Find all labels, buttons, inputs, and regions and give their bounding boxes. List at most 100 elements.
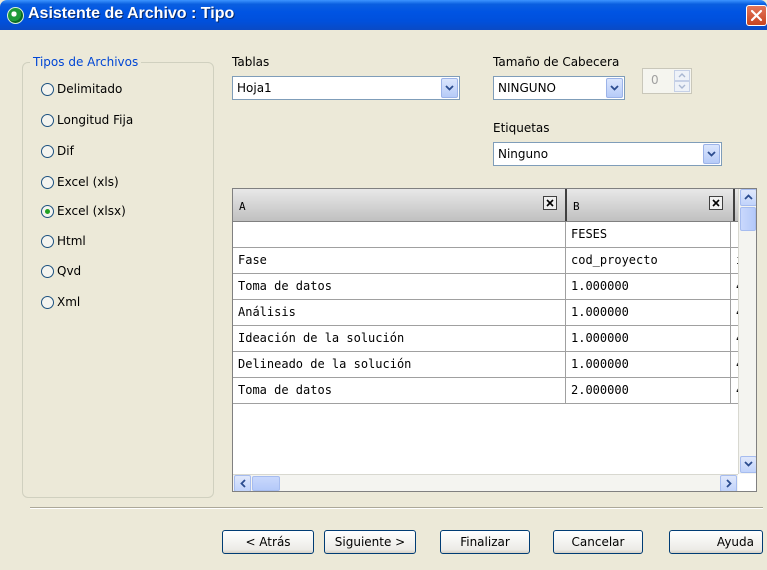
radio-xml[interactable]: Xml <box>41 293 80 311</box>
tables-combo-value: Hoja1 <box>237 81 272 95</box>
labels-combo-value: Ninguno <box>498 147 549 161</box>
spin-up-button[interactable] <box>674 70 690 81</box>
finish-button[interactable]: Finalizar <box>440 530 530 554</box>
radio-label: Html <box>57 234 86 248</box>
radio-circle[interactable] <box>41 295 54 309</box>
file-types-legend: Tipos de Archivos <box>30 55 142 69</box>
grid-header: A B <box>233 189 738 222</box>
table-cell[interactable]: 1.000000 <box>566 326 731 352</box>
header-size-combo[interactable]: NINGUNO <box>493 76 625 100</box>
radio-circle[interactable] <box>41 82 54 96</box>
table-cell[interactable]: 4 <box>731 274 738 300</box>
radio-selected-dot <box>45 208 50 214</box>
table-cell[interactable]: 4 <box>731 326 738 352</box>
table-cell[interactable]: 1.000000 <box>566 352 731 378</box>
table-cell[interactable]: cod_proyecto <box>566 248 731 274</box>
radio-excel-xls[interactable]: Excel (xls) <box>41 173 119 191</box>
back-button[interactable]: < Atrás <box>222 530 314 554</box>
tables-label: Tablas <box>232 55 270 69</box>
radio-circle[interactable] <box>41 264 54 278</box>
table-cell[interactable]: 1.000000 <box>566 300 731 326</box>
radio-qvd[interactable]: Qvd <box>41 262 81 280</box>
table-cell[interactable] <box>731 222 738 248</box>
scroll-down-button[interactable] <box>740 456 756 473</box>
chevron-down-icon <box>678 84 686 89</box>
column-header-label: B <box>573 200 580 213</box>
close-button[interactable] <box>746 5 767 26</box>
radio-circle[interactable] <box>41 175 54 189</box>
horizontal-scroll-thumb[interactable] <box>252 476 280 491</box>
table-cell[interactable] <box>233 222 566 248</box>
table-cell[interactable]: i <box>731 248 738 274</box>
wizard-window: Asistente de Archivo : Tipo Tipos de Arc… <box>0 0 767 570</box>
column-header-b[interactable]: B <box>567 189 735 221</box>
chevron-up-icon <box>744 194 753 200</box>
table-cell[interactable]: Toma de datos <box>233 274 566 300</box>
radio-circle-selected[interactable] <box>41 204 54 218</box>
table-cell[interactable]: Análisis <box>233 300 566 326</box>
chevron-right-icon <box>726 479 732 488</box>
close-icon <box>750 9 763 22</box>
header-size-combo-arrow[interactable] <box>606 78 623 98</box>
header-size-label: Tamaño de Cabecera <box>493 55 620 69</box>
table-cell[interactable]: FESES <box>566 222 731 248</box>
scroll-left-button[interactable] <box>234 475 251 491</box>
footer-separator <box>30 507 763 509</box>
radio-html[interactable]: Html <box>41 232 86 250</box>
radio-label: Excel (xls) <box>57 175 119 189</box>
next-button[interactable]: Siguiente > <box>324 530 416 554</box>
table-cell[interactable]: 4 <box>731 378 738 404</box>
cancel-button[interactable]: Cancelar <box>553 530 643 554</box>
chevron-up-icon <box>678 73 686 78</box>
table-cell[interactable]: 1.000000 <box>566 274 731 300</box>
remove-column-button[interactable] <box>709 196 723 210</box>
scroll-right-button[interactable] <box>720 475 737 491</box>
chevron-down-icon <box>744 461 753 467</box>
radio-excel-xlsx[interactable]: Excel (xlsx) <box>41 202 126 220</box>
table-cell[interactable]: Fase <box>233 248 566 274</box>
radio-label: Longitud Fija <box>57 113 134 127</box>
vertical-scrollbar[interactable] <box>738 189 756 474</box>
header-size-spinner[interactable]: 0 <box>642 68 692 94</box>
radio-label: Dif <box>57 144 74 158</box>
horizontal-scrollbar[interactable] <box>233 474 738 491</box>
vertical-scroll-thumb[interactable] <box>740 207 756 231</box>
radio-dif[interactable]: Dif <box>41 142 74 160</box>
table-cell[interactable]: 4 <box>731 300 738 326</box>
spin-down-button[interactable] <box>674 81 690 92</box>
radio-circle[interactable] <box>41 113 54 127</box>
radio-label: Excel (xlsx) <box>57 204 126 218</box>
labels-combo[interactable]: Ninguno <box>493 142 722 166</box>
help-button[interactable]: Ayuda <box>669 530 763 554</box>
column-header-a[interactable]: A <box>233 189 567 221</box>
chevron-down-icon <box>610 85 619 91</box>
labels-combo-arrow[interactable] <box>703 144 720 164</box>
radio-circle[interactable] <box>41 234 54 248</box>
remove-column-button[interactable] <box>543 196 557 210</box>
window-title: Asistente de Archivo : Tipo <box>28 5 235 22</box>
header-size-spinner-value: 0 <box>651 73 659 87</box>
radio-delimitado[interactable]: Delimitado <box>41 80 122 98</box>
title-bar[interactable]: Asistente de Archivo : Tipo <box>0 0 767 30</box>
close-icon <box>546 199 554 207</box>
qlikview-app-icon <box>7 7 24 24</box>
table-cell[interactable]: Ideación de la solución <box>233 326 566 352</box>
scroll-up-button[interactable] <box>740 189 756 206</box>
labels-label: Etiquetas <box>493 121 550 135</box>
close-icon <box>712 199 720 207</box>
header-size-combo-value: NINGUNO <box>498 81 556 95</box>
table-cell[interactable]: Delineado de la solución <box>233 352 566 378</box>
radio-label: Qvd <box>57 264 82 278</box>
radio-circle[interactable] <box>41 144 54 158</box>
table-cell[interactable]: 4 <box>731 352 738 378</box>
table-cell[interactable]: Toma de datos <box>233 378 566 404</box>
radio-label: Xml <box>57 295 81 309</box>
tables-combo[interactable]: Hoja1 <box>232 76 460 100</box>
tables-combo-arrow[interactable] <box>441 78 458 98</box>
table-cell[interactable]: 2.000000 <box>566 378 731 404</box>
chevron-down-icon <box>445 85 454 91</box>
radio-label: Delimitado <box>57 82 123 96</box>
data-preview-grid[interactable]: A B FESES Fase cod_proyecto i <box>232 188 757 492</box>
radio-longitud-fija[interactable]: Longitud Fija <box>41 111 133 129</box>
chevron-left-icon <box>240 479 246 488</box>
